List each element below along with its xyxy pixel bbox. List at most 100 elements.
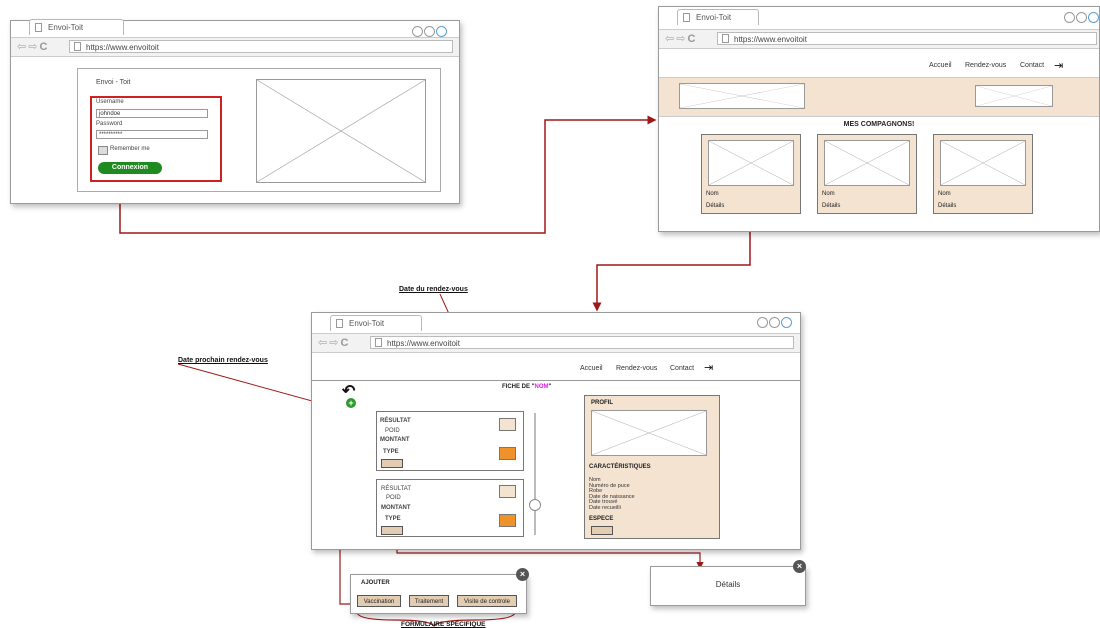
browser-window-login: Envoi-Toit ⇦⇨C https://www.envoitoit Env… — [10, 19, 460, 204]
banner-image-placeholder — [975, 85, 1053, 107]
logout-icon[interactable]: ⇥ — [704, 361, 713, 374]
nav-buttons-icon[interactable]: ⇦⇨C — [17, 40, 49, 53]
date-rdv-field[interactable] — [499, 418, 516, 431]
resultat-label: RÉSULTAT — [381, 486, 412, 492]
browser-window-home: Envoi-Toit ⇦⇨C https://www.envoitoit Acc… — [658, 6, 1100, 232]
close-icon[interactable]: × — [516, 568, 529, 581]
scrollbar-thumb[interactable] — [529, 499, 541, 511]
remember-label: Remember me — [110, 146, 150, 152]
visit-entry[interactable]: RÉSULTAT POID MONTANT TYPE — [376, 479, 524, 537]
username-field[interactable]: johndoe — [96, 109, 208, 118]
fiche-title-name: NOM — [534, 384, 549, 390]
espece-title: ESPECE — [589, 516, 614, 522]
companion-name: Nom — [706, 191, 719, 197]
remember-checkbox[interactable] — [98, 146, 108, 155]
login-form-title: Envoi - Toit — [96, 79, 131, 86]
window-control-icon[interactable] — [1076, 12, 1087, 23]
add-circle-icon[interactable]: + — [346, 398, 356, 408]
date-rdv-field[interactable] — [499, 485, 516, 498]
type-label: TYPE — [385, 516, 401, 522]
window-control-icon[interactable] — [769, 317, 780, 328]
browser-tab[interactable]: Envoi-Toit — [29, 19, 124, 35]
username-label: Username — [96, 99, 124, 105]
image-placeholder — [256, 79, 426, 183]
page-icon — [375, 338, 382, 347]
login-button[interactable]: Connexion — [98, 162, 162, 174]
annotation-formulaire: FORMULAIRE SPÉCIFIQUE — [401, 621, 486, 628]
annotation-date-prochain-rdv: Date prochain rendez-vous — [178, 357, 268, 364]
caracteristiques-title: CARACTÉRISTIQUES — [589, 464, 651, 470]
companion-details-link[interactable]: Détails — [938, 203, 956, 209]
login-panel: Envoi - Toit Username johndoe Password *… — [77, 68, 441, 192]
companion-card[interactable]: Nom Détails — [933, 134, 1033, 214]
url-bar[interactable]: https://www.envoitoit — [717, 32, 1097, 45]
nav-rendez-vous[interactable]: Rendez-vous — [616, 365, 657, 372]
date-prochain-rdv-field[interactable] — [499, 447, 516, 460]
section-title: MES COMPAGNONS! — [843, 121, 915, 128]
page-icon — [683, 13, 690, 22]
companion-photo-placeholder — [708, 140, 794, 186]
poid-label: POID — [386, 495, 401, 501]
browser-tab[interactable]: Envoi-Toit — [330, 315, 422, 331]
nav-contact[interactable]: Contact — [670, 365, 694, 372]
annotation-date-rdv: Date du rendez-vous — [399, 286, 468, 293]
window-control-icon[interactable] — [757, 317, 768, 328]
companion-card[interactable]: Nom Détails — [701, 134, 801, 214]
companion-details-link[interactable]: Détails — [822, 203, 840, 209]
address-toolbar: ⇦⇨C https://www.envoitoit — [659, 29, 1099, 49]
window-control-icon[interactable] — [424, 26, 435, 37]
browser-window-fiche: Envoi-Toit ⇦⇨C https://www.envoitoit Acc… — [311, 312, 801, 550]
window-control-icon[interactable] — [436, 26, 447, 37]
companion-photo-placeholder — [824, 140, 910, 186]
logout-icon[interactable]: ⇥ — [1054, 59, 1063, 72]
companion-card[interactable]: Nom Détails — [817, 134, 917, 214]
companion-details-link[interactable]: Détails — [706, 203, 724, 209]
banner — [659, 77, 1099, 117]
password-field[interactable]: ********** — [96, 130, 208, 139]
url-bar[interactable]: https://www.envoitoit — [370, 336, 794, 349]
window-control-icon[interactable] — [781, 317, 792, 328]
type-tag[interactable] — [381, 526, 403, 535]
nav-buttons-icon[interactable]: ⇦⇨C — [318, 336, 350, 349]
window-controls[interactable] — [1063, 10, 1099, 28]
window-controls[interactable] — [756, 315, 792, 333]
visite-controle-button[interactable]: Visite de controle — [457, 595, 517, 607]
window-control-icon[interactable] — [1088, 12, 1099, 23]
poid-label: POID — [385, 428, 400, 434]
close-icon[interactable]: × — [793, 560, 806, 573]
profile-title: PROFIL — [591, 400, 613, 406]
vaccination-button[interactable]: Vaccination — [357, 595, 401, 607]
details-label: Détails — [715, 580, 741, 589]
nav-contact[interactable]: Contact — [1020, 62, 1044, 69]
url-bar[interactable]: https://www.envoitoit — [69, 40, 453, 53]
flow-card-to-fiche — [592, 227, 751, 312]
companion-name: Nom — [822, 191, 835, 197]
popup-ajouter: AJOUTER Vaccination Traitement Visite de… — [350, 568, 529, 614]
banner-logo-placeholder — [679, 83, 805, 109]
popup-details: Détails × — [650, 560, 806, 606]
nav-accueil[interactable]: Accueil — [929, 62, 952, 69]
nav-rendez-vous[interactable]: Rendez-vous — [965, 62, 1006, 69]
header-divider — [312, 380, 800, 381]
window-control-icon[interactable] — [412, 26, 423, 37]
address-toolbar: ⇦⇨C https://www.envoitoit — [11, 37, 459, 57]
password-label: Password — [96, 121, 123, 127]
date-prochain-rdv-field[interactable] — [499, 514, 516, 527]
window-control-icon[interactable] — [1064, 12, 1075, 23]
url-text: https://www.envoitoit — [86, 43, 159, 52]
url-text: https://www.envoitoit — [734, 35, 807, 44]
address-toolbar: ⇦⇨C https://www.envoitoit — [312, 333, 800, 353]
nav-buttons-icon[interactable]: ⇦⇨C — [665, 32, 697, 45]
scrollbar-track[interactable] — [534, 413, 536, 535]
traitement-button[interactable]: Traitement — [409, 595, 449, 607]
page-icon — [722, 34, 729, 43]
visit-entry[interactable]: RÉSULTAT POID MONTANT TYPE — [376, 411, 524, 471]
page-icon — [336, 319, 343, 328]
browser-tab[interactable]: Envoi-Toit — [677, 9, 759, 25]
type-tag[interactable] — [381, 459, 403, 468]
nav-accueil[interactable]: Accueil — [580, 365, 603, 372]
resultat-label: RÉSULTAT — [380, 418, 411, 424]
espece-tag[interactable] — [591, 526, 613, 535]
profile-photo-placeholder — [591, 410, 707, 456]
type-label: TYPE — [383, 449, 399, 455]
